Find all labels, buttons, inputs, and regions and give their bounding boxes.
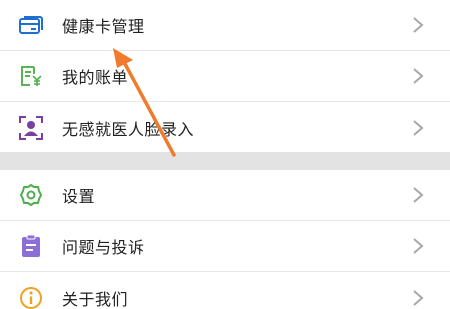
menu-item-about-us[interactable]: 关于我们 [0, 272, 450, 309]
card-icon [17, 11, 45, 39]
menu-item-health-card[interactable]: 健康卡管理 [0, 0, 450, 51]
menu-item-face-enrollment[interactable]: 无感就医人脸录入 [0, 102, 450, 153]
bill-yen-icon [17, 62, 45, 90]
chevron-right-icon [413, 238, 424, 254]
chevron-right-icon [413, 289, 424, 306]
menu-item-settings[interactable]: 设置 [0, 170, 450, 221]
menu-item-feedback[interactable]: 问题与投诉 [0, 221, 450, 272]
section-separator [0, 152, 450, 170]
menu-item-label: 无感就医人脸录入 [62, 119, 195, 139]
chevron-right-icon [413, 119, 424, 136]
chevron-right-icon [413, 187, 424, 203]
menu-item-label: 我的账单 [62, 68, 129, 87]
menu-group-secondary: 设置 问题与投诉 关于我们 [0, 170, 450, 309]
menu-item-label: 问题与投诉 [62, 238, 145, 257]
chevron-right-icon [413, 68, 424, 84]
face-scan-icon [17, 114, 45, 142]
menu-group-primary: 健康卡管理 我的账单 无感就医人脸录入 [0, 0, 450, 153]
gear-icon [17, 181, 45, 209]
menu-item-label: 设置 [62, 187, 96, 206]
info-icon [17, 284, 45, 309]
clipboard-icon [17, 232, 45, 260]
chevron-right-icon [413, 17, 424, 33]
menu-item-label: 关于我们 [62, 289, 129, 309]
menu-item-my-bills[interactable]: 我的账单 [0, 51, 450, 102]
menu-item-label: 健康卡管理 [62, 17, 145, 36]
